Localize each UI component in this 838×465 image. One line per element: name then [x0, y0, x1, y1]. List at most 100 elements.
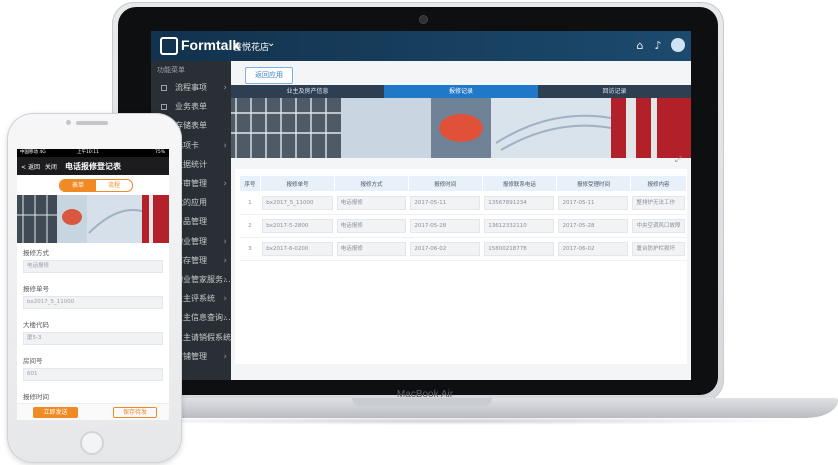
- table-cell: bx2017-5-2800: [260, 214, 335, 238]
- table-cell: 1: [239, 191, 261, 215]
- cell-value: 13612332110: [484, 219, 555, 233]
- field-label: 报修单号: [23, 285, 49, 293]
- app-topbar: Formtalk 喜悦花店 ⌄ ⌂ ♪: [151, 31, 691, 61]
- chevron-right-icon: ›: [223, 236, 227, 247]
- column-header: 报修单号: [259, 175, 336, 192]
- table-row[interactable]: 2 bx2017-5-2800 电话报修 2017-05-28 13612332110 2…: [239, 214, 687, 238]
- cell-value: 2017-05-28: [558, 219, 629, 233]
- cell-value: 2017-06-02: [558, 242, 629, 256]
- phone-nav-bar: < 返回 关闭 电话报修登记表: [17, 157, 169, 175]
- cell-value: 2017-05-11: [558, 196, 629, 210]
- cell-value: 中央空调风口故障: [632, 219, 685, 233]
- menu-icon: [161, 104, 167, 111]
- field-label: 房间号: [23, 357, 43, 365]
- column-header: 序号: [239, 175, 261, 192]
- send-now-button[interactable]: 立即发送: [33, 407, 78, 418]
- cell-value: 电话报修: [336, 196, 407, 210]
- front-camera-icon: [66, 120, 71, 125]
- table-cell: bx2017_5_11000: [260, 191, 335, 215]
- table-cell: 13612332110: [482, 214, 557, 238]
- clock-label: 上午10:11: [77, 150, 99, 155]
- field-input[interactable]: 601: [23, 368, 163, 381]
- battery-label: 75%: [154, 150, 165, 155]
- formtalk-logo-icon: [160, 37, 178, 55]
- table-cell: 15800218778: [482, 237, 557, 261]
- laptop-brand-label: MacBook Air: [396, 389, 454, 400]
- banner-image: [231, 98, 691, 158]
- table-cell: 2: [239, 214, 261, 238]
- column-header: 报修联系电话: [481, 175, 557, 192]
- segment-flow[interactable]: 流程: [96, 180, 132, 191]
- cell-value: bx2017_5_11000: [262, 196, 333, 210]
- phone-screen: 中国移动 4G 上午10:11 75% < 返回 关闭 电话报修登记表 表单 流…: [17, 149, 169, 420]
- cell-value: bx2017-5-2800: [262, 219, 333, 233]
- bell-icon[interactable]: ♪: [651, 39, 665, 53]
- cell-value: 厦台防护栏损坏: [632, 242, 685, 256]
- app-logo: Formtalk: [181, 37, 241, 53]
- table-cell: 电话报修: [334, 214, 409, 238]
- table-cell: 2017-06-02: [408, 237, 483, 261]
- segment-form[interactable]: 表单: [60, 180, 96, 191]
- field-input[interactable]: 厦5-3: [23, 332, 163, 345]
- chevron-right-icon: ›: [223, 275, 227, 285]
- save-draft-button[interactable]: 保存待发: [113, 407, 157, 418]
- column-header: 报修受理时间: [555, 175, 631, 192]
- field-label: 报修时间: [23, 393, 49, 401]
- chevron-right-icon: ›: [223, 179, 227, 189]
- table-cell: 电话报修: [334, 237, 409, 261]
- chevron-down-icon[interactable]: ⌄: [267, 38, 275, 49]
- phone-title: 电话报修登记表: [65, 162, 121, 171]
- cell-value: 2017-06-02: [410, 242, 481, 256]
- cell-value: 13567891234: [484, 196, 555, 210]
- chevron-right-icon: ›: [223, 255, 227, 266]
- store-selector[interactable]: 喜悦花店: [233, 40, 269, 53]
- segment-control: 表单 流程: [59, 179, 133, 192]
- sidebar-item[interactable]: 流程事项 ›: [151, 79, 231, 97]
- field-input[interactable]: 电话报修: [23, 260, 163, 273]
- table-row[interactable]: 3 bx2017-6-0200 电话报修 2017-06-02 15800218778 2…: [239, 237, 687, 261]
- store-icon[interactable]: ⌂: [633, 39, 647, 53]
- table-cell: 2017-05-28: [408, 214, 483, 238]
- sidebar-item-label: 流程事项: [175, 83, 207, 92]
- expand-icon[interactable]: ⤢: [675, 155, 681, 165]
- table-cell: 3: [239, 237, 261, 261]
- table-row[interactable]: 1 bx2017_5_11000 电话报修 2017-05-11 13567891234…: [239, 191, 687, 215]
- chevron-right-icon: ›: [223, 313, 227, 324]
- table-cell: 中央空调风口故障: [630, 214, 687, 238]
- cell-value: 2017-05-11: [410, 196, 481, 210]
- tab-owner-info[interactable]: 业主及房产信息: [231, 85, 384, 98]
- user-avatar[interactable]: [671, 38, 685, 52]
- column-header: 报修内容: [629, 175, 688, 192]
- records-table-card: 序号 报修单号 报修方式 报修时间 报修联系电话 报修受理时间 报修内容 1 bx…: [235, 169, 688, 364]
- table-cell: 2017-05-11: [556, 191, 631, 215]
- webcam-icon: [419, 15, 428, 24]
- sidebar-item-label: 物业管家服务...: [175, 275, 231, 284]
- tab-repair-records[interactable]: 报修记录: [384, 85, 538, 98]
- field-label: 大楼代码: [23, 321, 49, 329]
- main-panel: 返回应用 业主及房产信息 报修记录 回访记录 ⤢ 序号 报修单号 报修方式 报修…: [231, 61, 691, 380]
- menu-icon: [161, 85, 167, 91]
- table-cell: 2017-05-11: [408, 191, 483, 215]
- field-input[interactable]: bx2017_5_11000: [23, 296, 163, 309]
- table-cell: 电话报修: [334, 191, 409, 215]
- chevron-right-icon: ›: [223, 83, 227, 93]
- laptop-shadow: [90, 417, 810, 425]
- phone-footer: 立即发送 保存待发: [17, 403, 169, 420]
- laptop-screen: Formtalk 喜悦花店 ⌄ ⌂ ♪ 功能菜单 流程事项 › 业务表单 存储表单 选项…: [151, 31, 691, 380]
- table-cell: 13567891234: [482, 191, 557, 215]
- tab-bar: 业主及房产信息 报修记录 回访记录: [231, 85, 691, 98]
- cell-value: 电话报修: [336, 219, 407, 233]
- chevron-right-icon: ›: [223, 332, 227, 343]
- sidebar-header: 功能菜单: [157, 66, 185, 74]
- chevron-right-icon: ›: [223, 294, 227, 305]
- column-header: 报修时间: [407, 175, 483, 192]
- cell-value: 2017-05-28: [410, 219, 481, 233]
- repair-records-table: 序号 报修单号 报修方式 报修时间 报修联系电话 报修受理时间 报修内容 1 bx…: [239, 175, 688, 261]
- column-header: 报修方式: [334, 175, 409, 192]
- back-to-app-button[interactable]: 返回应用: [245, 67, 293, 84]
- table-cell: 2017-05-28: [556, 214, 631, 238]
- table-cell: 厦台防护栏损坏: [630, 237, 687, 261]
- tab-visit-records[interactable]: 回访记录: [538, 85, 691, 98]
- home-button[interactable]: [80, 431, 104, 455]
- chevron-right-icon: ›: [223, 351, 227, 362]
